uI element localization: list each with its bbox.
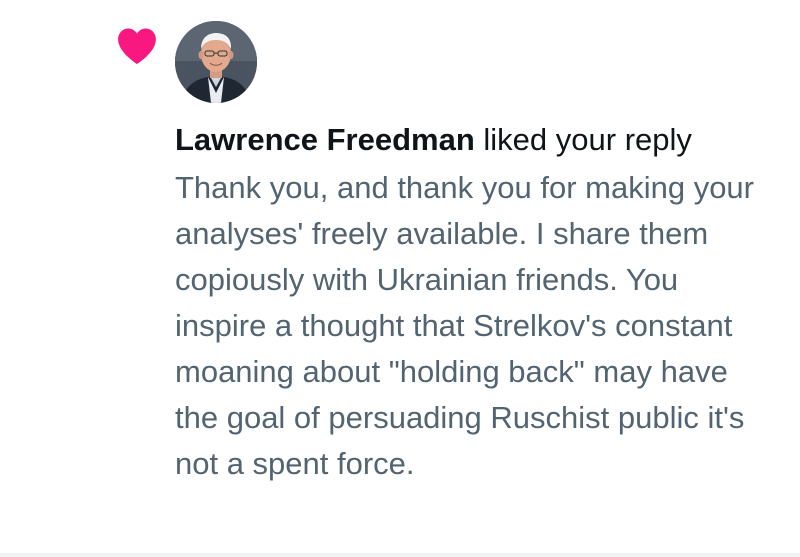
avatar[interactable]: [175, 21, 257, 103]
like-notification[interactable]: Lawrence Freedman liked your reply Thank…: [0, 0, 800, 554]
user-name-link[interactable]: Lawrence Freedman: [175, 122, 475, 157]
avatar-photo: [175, 21, 257, 103]
notification-headline: Lawrence Freedman liked your reply: [175, 118, 775, 162]
reply-text: Thank you, and thank you for making your…: [175, 170, 754, 481]
heart-icon: [118, 28, 156, 65]
action-text: liked your reply: [474, 122, 692, 157]
divider: [0, 553, 800, 557]
